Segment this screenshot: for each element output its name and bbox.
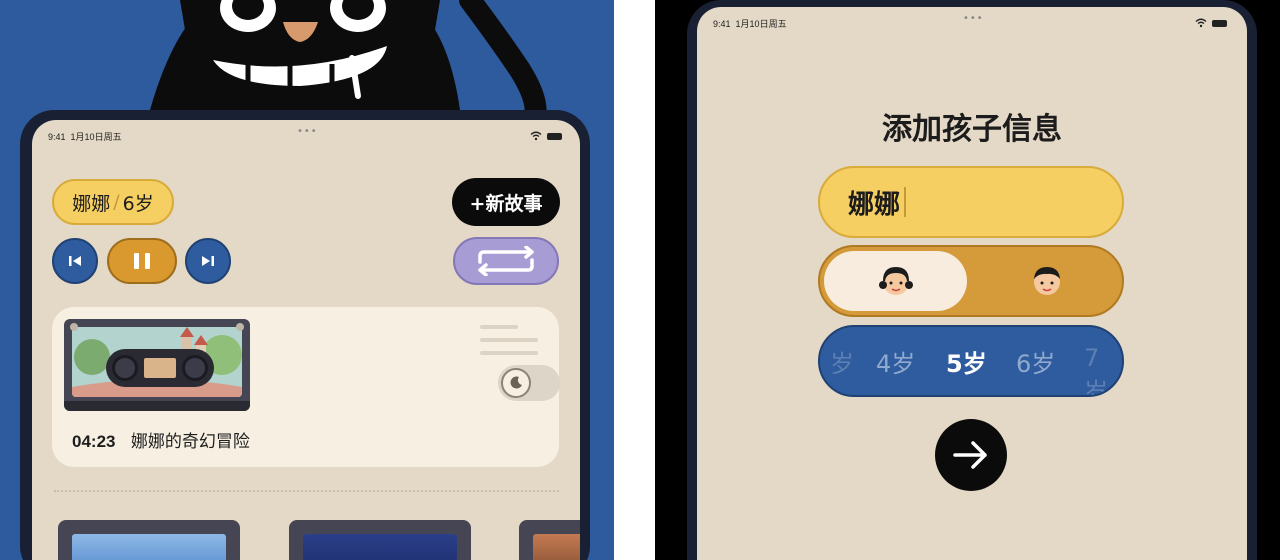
gender-selector[interactable] xyxy=(818,245,1124,317)
boy-avatar-icon xyxy=(1033,267,1060,295)
text-cursor xyxy=(904,187,907,217)
status-date: 1月10日周五 xyxy=(70,132,122,142)
wifi-battery-icon xyxy=(530,131,562,141)
pause-icon xyxy=(134,253,150,269)
skip-forward-icon xyxy=(202,256,214,266)
child-name-input[interactable]: 娜娜 xyxy=(818,166,1124,238)
page-title: 添加孩子信息 xyxy=(882,112,1062,147)
story-thumbnail[interactable] xyxy=(519,520,580,560)
age-option[interactable]: 4岁 xyxy=(876,344,915,379)
age-option[interactable]: 7岁 xyxy=(1084,344,1122,395)
next-button[interactable] xyxy=(935,419,1007,491)
loop-button[interactable] xyxy=(453,237,559,285)
pause-button[interactable] xyxy=(107,238,177,284)
thumbnail-image xyxy=(303,534,457,560)
gender-option-girl[interactable] xyxy=(824,251,967,311)
status-time-date: 9:41 1月10日周五 xyxy=(48,130,122,143)
thumbnail-image xyxy=(533,534,580,560)
add-child-screen: 9:41 1月10日周五 ••• 添加孩子信息 娜娜 岁 4岁 5岁 6岁 7岁 xyxy=(697,7,1247,560)
age-option[interactable]: 6岁 xyxy=(1016,344,1055,379)
profile-separator: / xyxy=(113,191,120,213)
story-thumbnail[interactable] xyxy=(289,520,471,560)
story-title: 娜娜的奇幻冒险 xyxy=(130,432,250,452)
app-store-screenshots: 9:41 1月10日周五 ••• 娜娜 / 6岁 +新故事 04:23 娜娜的奇… xyxy=(0,0,1280,560)
cassette-artwork xyxy=(64,319,250,411)
status-time: 9:41 xyxy=(713,19,731,29)
sleep-mode-toggle[interactable] xyxy=(498,365,560,401)
status-time-date: 9:41 1月10日周五 xyxy=(713,17,787,30)
multitask-dots[interactable]: ••• xyxy=(963,13,984,24)
child-profile-pill[interactable]: 娜娜 / 6岁 xyxy=(52,179,174,225)
next-track-button[interactable] xyxy=(185,238,231,284)
skip-back-icon xyxy=(69,256,81,266)
moon-icon xyxy=(510,376,522,389)
age-picker[interactable]: 岁 4岁 5岁 6岁 7岁 xyxy=(818,325,1124,397)
profile-name: 娜娜 xyxy=(72,192,111,215)
status-time: 9:41 xyxy=(48,132,66,142)
status-date: 1月10日周五 xyxy=(735,19,787,29)
age-option[interactable]: 岁 xyxy=(830,344,854,379)
story-text-placeholder xyxy=(480,325,540,364)
cassette-window xyxy=(106,349,214,387)
section-divider xyxy=(54,490,559,492)
thumbnail-image xyxy=(72,534,226,560)
wifi-battery-icon xyxy=(1195,18,1227,28)
previous-track-button[interactable] xyxy=(52,238,98,284)
child-name-value: 娜娜 xyxy=(848,189,901,220)
new-story-button[interactable]: +新故事 xyxy=(452,178,560,226)
girl-avatar-icon xyxy=(878,267,913,295)
player-screen: 9:41 1月10日周五 ••• 娜娜 / 6岁 +新故事 04:23 娜娜的奇… xyxy=(32,120,580,560)
age-option-selected[interactable]: 5岁 xyxy=(946,344,987,379)
now-playing-info: 04:23 娜娜的奇幻冒险 xyxy=(72,427,250,452)
profile-age: 6岁 xyxy=(122,192,154,215)
repeat-icon xyxy=(478,246,534,276)
multitask-dots[interactable]: ••• xyxy=(297,126,318,137)
now-playing-card[interactable]: 04:23 娜娜的奇幻冒险 xyxy=(52,307,560,467)
gender-option-boy[interactable] xyxy=(975,251,1118,311)
story-cover-image xyxy=(72,327,242,397)
playback-time: 04:23 xyxy=(72,432,116,451)
story-thumbnail[interactable] xyxy=(58,520,240,560)
arrow-right-icon xyxy=(953,441,987,469)
